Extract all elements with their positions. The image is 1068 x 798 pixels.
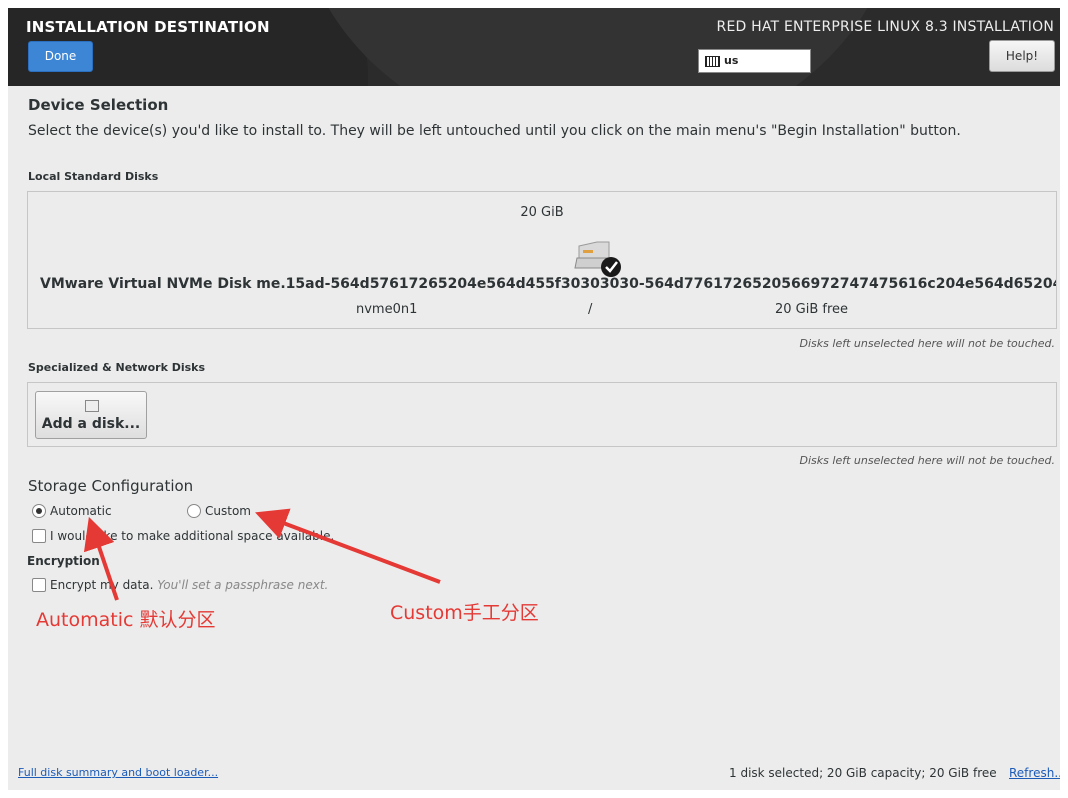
additional-space-label[interactable]: I would like to make additional space av… <box>50 529 334 543</box>
refresh-link[interactable]: Refresh... <box>1009 766 1060 780</box>
disk-name[interactable]: VMware Virtual NVMe Disk me.15ad-564d576… <box>40 276 1056 292</box>
disk-selected-icon[interactable] <box>573 238 625 278</box>
help-button[interactable]: Help! <box>989 40 1055 72</box>
encryption-title: Encryption <box>27 554 100 568</box>
keyboard-layout-indicator[interactable]: us <box>698 49 811 73</box>
disk-device: nvme0n1 <box>356 302 418 317</box>
device-selection-title: Device Selection <box>28 96 169 114</box>
network-disks-label: Specialized & Network Disks <box>28 361 206 374</box>
disk-free-space: 20 GiB free <box>775 302 849 317</box>
disk-summary-link[interactable]: Full disk summary and boot loader... <box>18 766 218 779</box>
device-selection-description: Select the device(s) you'd like to insta… <box>28 123 961 139</box>
additional-space-checkbox[interactable] <box>32 529 46 543</box>
encrypt-label: Encrypt my data. <box>50 578 154 592</box>
add-disk-button[interactable]: Add a disk... <box>35 391 147 439</box>
add-disk-label: Add a disk... <box>41 416 141 432</box>
local-disks-panel: 20 GiB VMware Virtual NVMe Disk me.15ad-… <box>27 191 1057 329</box>
keyboard-icon <box>705 55 720 67</box>
keyboard-layout-label: us <box>724 54 739 67</box>
custom-label[interactable]: Custom <box>205 504 251 518</box>
annotation-automatic: Automatic 默认分区 <box>36 609 216 631</box>
page-title: INSTALLATION DESTINATION <box>26 18 270 36</box>
local-disks-note: Disks left unselected here will not be t… <box>799 337 1055 350</box>
product-title: RED HAT ENTERPRISE LINUX 8.3 INSTALLATIO… <box>716 19 1054 35</box>
local-disks-label: Local Standard Disks <box>28 170 159 183</box>
installer-window: INSTALLATION DESTINATION Done RED HAT EN… <box>8 8 1060 790</box>
disk-mountpoint: / <box>588 302 593 317</box>
encrypt-checkbox[interactable] <box>32 578 46 592</box>
network-disks-panel: Add a disk... <box>27 382 1057 447</box>
network-disks-note: Disks left unselected here will not be t… <box>799 454 1055 467</box>
disk-status-summary: 1 disk selected; 20 GiB capacity; 20 GiB… <box>729 766 997 780</box>
custom-radio[interactable] <box>187 504 201 518</box>
automatic-radio[interactable] <box>32 504 46 518</box>
encrypt-hint: You'll set a passphrase next. <box>157 578 329 592</box>
done-button[interactable]: Done <box>28 41 93 72</box>
header-bar: INSTALLATION DESTINATION Done RED HAT EN… <box>8 8 1060 86</box>
storage-config-title: Storage Configuration <box>28 477 194 495</box>
encrypt-option[interactable]: Encrypt my data. You'll set a passphrase… <box>50 578 328 592</box>
annotation-custom: Custom手工分区 <box>390 602 539 624</box>
automatic-label[interactable]: Automatic <box>50 504 112 518</box>
add-disk-icon <box>85 400 99 412</box>
disk-size: 20 GiB <box>520 205 564 220</box>
